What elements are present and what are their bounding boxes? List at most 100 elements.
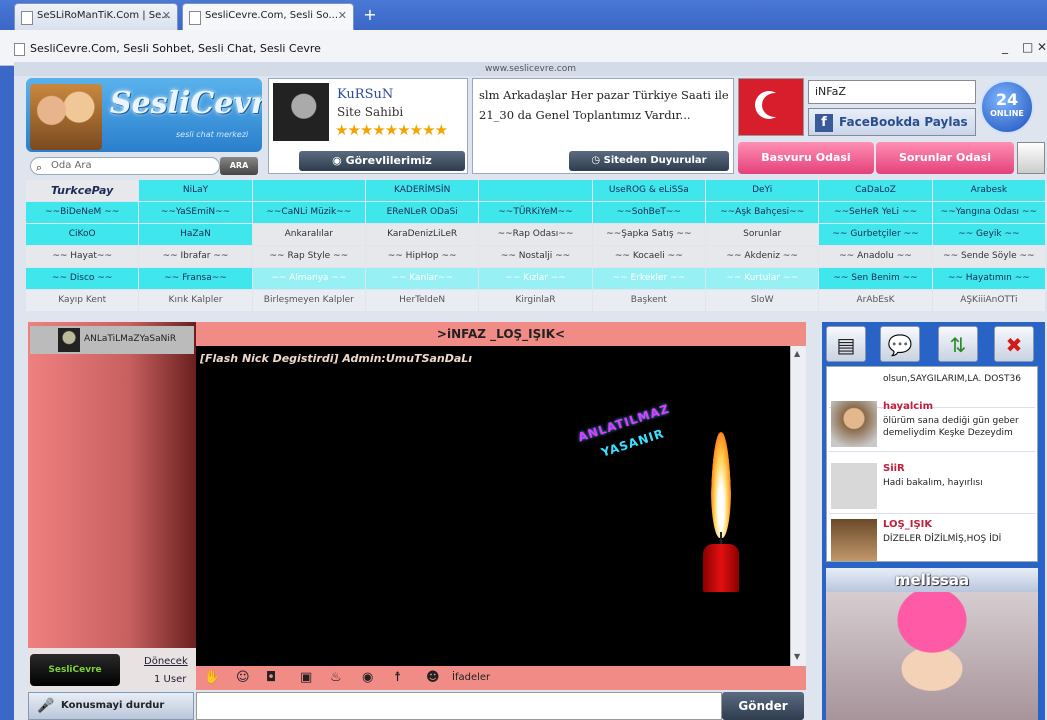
list-item[interactable]: SiiR Hadi bakalım, hayırlısı (829, 461, 1035, 514)
room-link[interactable]: ~~CaNLi Müzik~~ (252, 202, 365, 223)
eye-icon[interactable]: ◉ (362, 670, 373, 685)
search-button[interactable]: ARA (220, 157, 258, 175)
face-icon[interactable]: ☻ (426, 670, 440, 685)
app-icon[interactable] (1017, 142, 1045, 174)
room-link[interactable]: ~~ Sende Söyle ~~ (932, 246, 1045, 267)
room-link[interactable]: ~~YaSEmiN~~ (139, 202, 252, 223)
room-link[interactable]: Arabesk (932, 180, 1045, 201)
browser-tab-2[interactable]: SesliCevre.Com, Sesli So... ✕ (182, 3, 354, 30)
room-link[interactable]: HaZaN (139, 224, 252, 245)
room-link[interactable]: AŞKiiiAnOTTi (932, 290, 1045, 311)
room-link[interactable]: ~~ Kanlar~~ (366, 268, 479, 289)
facebook-share-button[interactable]: f FaceBookda Paylas (808, 108, 976, 136)
browser-tab-1[interactable]: SeSLiRoManTiK.Com | Se... ✕ (14, 3, 178, 30)
problems-room-button[interactable]: Sorunlar Odasi (876, 142, 1014, 174)
return-link[interactable]: Dönecek (144, 656, 188, 667)
figure-icon[interactable]: ☨ (394, 670, 401, 685)
room-link[interactable]: KADERİMSİN (366, 180, 479, 201)
room-link[interactable]: ~~TÜRKiYeM~~ (479, 202, 592, 223)
room-link[interactable]: ~~ Nostalji ~~ (479, 246, 592, 267)
room-link[interactable]: DeYi (706, 180, 819, 201)
room-link[interactable]: KaraDenizLiLeR (366, 224, 479, 245)
owner-avatar[interactable] (273, 83, 329, 141)
application-room-button[interactable]: Basvuru Odasi (738, 142, 874, 174)
room-link[interactable]: ~~ Kocaeli ~~ (592, 246, 705, 267)
room-link[interactable]: ~~ Disco ~~ (26, 268, 139, 289)
hand-icon[interactable]: ✋ (204, 670, 220, 685)
room-link[interactable]: EReNLeR ODaSi (366, 202, 479, 223)
room-link[interactable] (479, 180, 592, 201)
site-logo[interactable]: SesliCevre sesli chat merkezi (26, 78, 262, 152)
room-link[interactable]: ~~ Kurtular ~~ (706, 268, 819, 289)
room-link[interactable]: Başkent (592, 290, 705, 311)
contacts-icon[interactable]: ▤ (826, 326, 866, 362)
room-link[interactable]: ~~ Gurbetçiler ~~ (819, 224, 932, 245)
feed-user[interactable]: LOŞ_IŞIK (883, 519, 932, 530)
room-link[interactable]: ~~ Geyik ~~ (932, 224, 1045, 245)
room-link[interactable]: ~~ Anadolu ~~ (819, 246, 932, 267)
room-link[interactable]: NiLaY (139, 180, 252, 201)
image-icon[interactable]: ▣ (300, 670, 312, 685)
room-link[interactable]: ~~ Ibrafar ~~ (139, 246, 252, 267)
room-link[interactable]: ~~Yangına Odası ~~ (932, 202, 1045, 223)
featured-user-photo[interactable] (826, 592, 1038, 720)
staff-button[interactable]: ◉ Görevlilerimiz (299, 151, 465, 171)
room-link[interactable]: TurkcePay (26, 180, 139, 201)
close-icon[interactable]: ✖ (994, 326, 1034, 362)
chat-bubble-icon[interactable]: 💬 (880, 326, 920, 362)
room-link[interactable]: CaDaLoZ (819, 180, 932, 201)
room-link[interactable]: ~~ Rap Style ~~ (252, 246, 365, 267)
room-link[interactable]: ~~BiDeNeM ~~ (26, 202, 139, 223)
bell-icon[interactable]: ♨ (330, 670, 342, 685)
room-link[interactable]: HerTeldeN (366, 290, 479, 311)
room-link[interactable]: Birleşmeyen Kalpler (252, 290, 365, 311)
room-link[interactable]: ~~ Sen Benim ~~ (819, 268, 932, 289)
list-item[interactable]: hayalcim ölürüm sana dediği gün geber de… (829, 399, 1035, 452)
close-icon[interactable]: ✕ (338, 9, 347, 22)
send-button[interactable]: Gönder (722, 692, 804, 720)
smiley-icon[interactable]: ☺ (236, 670, 250, 685)
room-link[interactable]: Sorunlar (706, 224, 819, 245)
maximize-icon[interactable]: □ (1022, 40, 1033, 54)
room-link[interactable]: Kırık Kalpler (139, 290, 252, 311)
user-list-item[interactable]: ANLaTiLMaZYaSaNiR (30, 326, 194, 354)
room-link[interactable]: ~~Aşk Bahçesi~~ (706, 202, 819, 223)
room-link[interactable]: CiKoO (26, 224, 139, 245)
stop-talking-button[interactable]: 🎤 Konusmayi durdur (28, 692, 194, 720)
refresh-icon[interactable]: ⇅ (938, 326, 978, 362)
room-link[interactable]: ~~ Akdeniz ~~ (706, 246, 819, 267)
room-link[interactable]: ~~ Fransa~~ (139, 268, 252, 289)
scroll-down-icon[interactable]: ▼ (794, 652, 800, 661)
room-link[interactable]: ~~Şapka Satış ~~ (592, 224, 705, 245)
new-tab-button[interactable]: + (360, 6, 380, 26)
room-link[interactable]: ~~ Kızlar ~~ (479, 268, 592, 289)
room-link[interactable]: ~~ Hayatımın ~~ (932, 268, 1045, 289)
room-link[interactable]: Ankaralılar (252, 224, 365, 245)
room-link[interactable]: UseROG & eLiSSa (592, 180, 705, 201)
room-search-input[interactable]: ⌕ Oda Ara (30, 157, 220, 175)
chat-scrollbar[interactable]: ▲ ▼ (790, 346, 806, 666)
room-link[interactable]: ~~ Hayat~~ (26, 246, 139, 267)
room-link[interactable]: ArAbEsK (819, 290, 932, 311)
close-window-icon[interactable]: ✕ (1037, 40, 1047, 54)
feed-user[interactable]: SiiR (883, 463, 905, 474)
announcements-button[interactable]: ◷ Siteden Duyurular (569, 151, 729, 171)
expressions-label[interactable]: İfadeler (452, 672, 490, 683)
room-link[interactable]: KirginlaR (479, 290, 592, 311)
room-link[interactable]: SloW (706, 290, 819, 311)
scroll-up-icon[interactable]: ▲ (794, 349, 800, 358)
camera-icon[interactable]: ◘ (266, 670, 276, 685)
message-input[interactable] (196, 692, 722, 720)
room-link[interactable]: ~~SohBeT~~ (592, 202, 705, 223)
featured-user-name[interactable]: melissaa (826, 568, 1038, 592)
room-link[interactable]: ~~ Almanya ~~ (252, 268, 365, 289)
room-link[interactable]: ~~ Erkekler ~~ (592, 268, 705, 289)
minimize-icon[interactable]: _ (1002, 40, 1008, 54)
room-link[interactable] (252, 180, 365, 201)
room-link[interactable]: ~~Rap Odası~~ (479, 224, 592, 245)
room-link[interactable]: ~~SeHeR YeLi ~~ (819, 202, 932, 223)
room-link[interactable]: ~~ HipHop ~~ (366, 246, 479, 267)
feed-user[interactable]: hayalcim (883, 401, 933, 412)
list-item[interactable]: LOŞ_IŞIK DİZELER DİZİLMİŞ,HOŞ İDİ (829, 517, 1035, 561)
username-field[interactable]: iNFaZ (808, 80, 976, 104)
